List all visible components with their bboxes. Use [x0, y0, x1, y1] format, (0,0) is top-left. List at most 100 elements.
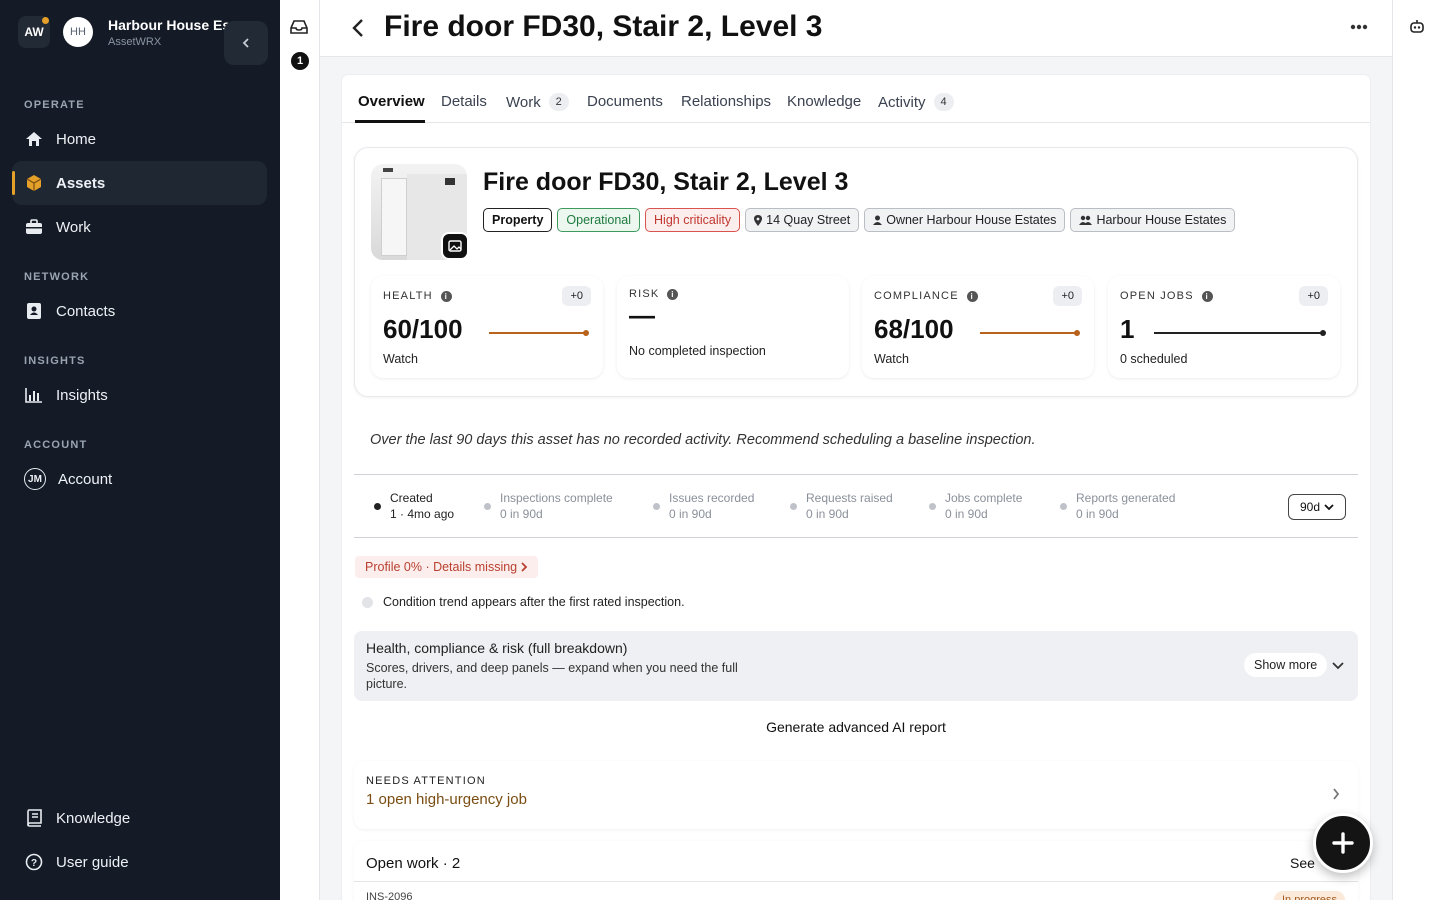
time-range-select[interactable]: 90d — [1288, 494, 1346, 520]
tab-relationships[interactable]: Relationships — [681, 93, 771, 110]
sidebar-item-home[interactable]: Home — [12, 117, 267, 161]
metric-delta: +0 — [562, 286, 591, 306]
home-icon — [24, 129, 44, 149]
activity-stats-bar: Created 1 · 4mo ago Inspections complete 0… — [354, 474, 1358, 538]
org-subtitle: AssetWRX — [108, 36, 162, 48]
stat-inspections: Inspections complete 0 in 90d — [484, 491, 613, 521]
metrics-row: HEALTH i +0 60/100 Watch RISK i — No compl… — [371, 276, 1343, 378]
stat-dot — [929, 503, 936, 510]
page-title: Fire door FD30, Stair 2, Level 3 — [384, 10, 823, 43]
profile-completeness-badge[interactable]: Profile 0% · Details missing — [355, 556, 539, 578]
chevron-down-icon — [1324, 503, 1334, 510]
location-label: 14 Quay Street — [766, 213, 851, 227]
stat-label: Inspections complete — [500, 491, 613, 505]
breakdown-panel[interactable]: Health, compliance & risk (full breakdow… — [354, 631, 1358, 701]
tab-label: Relationships — [681, 93, 772, 110]
organisation-tag[interactable]: Harbour House Estates — [1070, 208, 1236, 232]
stat-dot — [484, 503, 491, 510]
tab-details[interactable]: Details — [441, 93, 487, 110]
breakdown-description: Scores, drivers, and deep panels — expan… — [366, 661, 738, 691]
asset-summary-card: Fire door FD30, Stair 2, Level 3 Propert… — [354, 147, 1358, 397]
health-sparkline — [489, 330, 589, 336]
sidebar-item-insights[interactable]: Insights — [12, 373, 267, 417]
change-photo-button[interactable] — [441, 232, 469, 260]
stat-dot — [374, 503, 381, 510]
stat-jobs: Jobs complete 0 in 90d — [929, 491, 1023, 521]
stat-dot — [653, 503, 660, 510]
profile-label: Profile 0% · Details missing — [365, 560, 518, 574]
secondary-rail: 1 — [280, 0, 320, 900]
cube-icon — [24, 173, 44, 193]
tab-documents[interactable]: Documents — [587, 93, 663, 110]
stat-value: 0 in 90d — [806, 507, 849, 521]
plus-icon — [1332, 832, 1354, 854]
see-all-link[interactable]: See — [1290, 855, 1315, 871]
sidebar-item-user-guide[interactable]: ? User guide — [12, 840, 267, 884]
risk-metric-card[interactable]: RISK i — No completed inspection — [617, 276, 849, 378]
chevron-down-icon[interactable] — [1332, 657, 1344, 675]
section-account: ACCOUNT — [24, 439, 88, 451]
owner-tag[interactable]: Owner Harbour House Estates — [864, 208, 1066, 232]
help-icon: ? — [24, 852, 44, 872]
open-jobs-value: 1 — [1120, 314, 1135, 344]
chevron-left-icon — [352, 19, 363, 37]
health-metric-card[interactable]: HEALTH i +0 60/100 Watch — [371, 276, 603, 378]
bar-chart-icon — [24, 385, 44, 405]
tab-knowledge[interactable]: Knowledge — [787, 93, 861, 110]
chevron-right-icon — [1332, 787, 1340, 805]
tab-overview[interactable]: Overview — [358, 93, 425, 110]
info-icon[interactable]: i — [966, 290, 978, 302]
ai-assistant-icon[interactable] — [1409, 18, 1425, 39]
show-more-button[interactable]: Show more — [1244, 653, 1328, 677]
open-jobs-sparkline — [1154, 330, 1326, 336]
stat-label: Requests raised — [806, 491, 893, 505]
status-badge[interactable]: Operational — [557, 208, 641, 232]
info-icon[interactable]: i — [667, 288, 679, 300]
work-item-id[interactable]: INS-2096 — [366, 891, 412, 900]
open-jobs-label: OPEN JOBS — [1120, 290, 1194, 302]
stat-label: Issues recorded — [669, 491, 755, 505]
stat-dot — [790, 503, 797, 510]
health-label: HEALTH — [383, 290, 433, 302]
sidebar-item-label: Knowledge — [56, 809, 131, 827]
divider — [354, 881, 1358, 882]
stat-created: Created 1 · 4mo ago — [374, 491, 454, 521]
back-button[interactable] — [344, 12, 372, 44]
tag-property[interactable]: Property — [483, 208, 553, 232]
trend-placeholder-dot — [362, 596, 373, 608]
more-options-button[interactable] — [1344, 14, 1374, 40]
right-utility-rail — [1392, 0, 1440, 900]
needs-attention-card[interactable]: NEEDS ATTENTION 1 open high-urgency job — [354, 761, 1358, 829]
briefcase-icon — [24, 217, 44, 237]
stat-label: Jobs complete — [945, 491, 1023, 505]
inbox-icon[interactable] — [290, 20, 308, 39]
sidebar-item-knowledge[interactable]: Knowledge — [12, 796, 267, 840]
health-status: Watch — [383, 352, 418, 366]
generate-ai-report-button[interactable]: Generate advanced AI report — [342, 719, 1370, 735]
asset-title: Fire door FD30, Stair 2, Level 3 — [483, 168, 849, 196]
notification-count-badge[interactable]: 1 — [291, 52, 309, 70]
tab-label: Knowledge — [787, 93, 862, 110]
info-icon[interactable]: i — [440, 290, 452, 302]
open-work-title: Open work · 2 — [366, 855, 461, 872]
collapse-sidebar-button[interactable] — [224, 21, 268, 65]
tab-activity[interactable]: Activity 4 — [878, 93, 954, 111]
sidebar-item-contacts[interactable]: Contacts — [12, 289, 267, 333]
door-frame-image — [381, 178, 407, 256]
account-avatar: JM — [24, 468, 46, 490]
tab-work[interactable]: Work 2 — [506, 93, 569, 111]
create-new-button[interactable] — [1313, 813, 1373, 873]
stat-value: 0 in 90d — [500, 507, 543, 521]
criticality-badge[interactable]: High criticality — [645, 208, 741, 232]
sidebar-item-account[interactable]: JM Account — [12, 457, 267, 501]
tab-bar: Overview Details Work 2 Documents Relatio… — [342, 75, 1370, 123]
sidebar-item-assets[interactable]: Assets — [12, 161, 267, 205]
open-jobs-metric-card[interactable]: OPEN JOBS i +0 1 0 scheduled — [1108, 276, 1340, 378]
sidebar-item-work[interactable]: Work — [12, 205, 267, 249]
notification-dot — [42, 17, 49, 24]
org-switcher[interactable]: AW HH Harbour House Es... AssetWRX — [18, 16, 268, 65]
info-icon[interactable]: i — [1201, 290, 1213, 302]
metric-label: HEALTH i — [383, 290, 452, 302]
compliance-metric-card[interactable]: COMPLIANCE i +0 68/100 Watch — [862, 276, 1094, 378]
location-tag[interactable]: 14 Quay Street — [745, 208, 860, 232]
